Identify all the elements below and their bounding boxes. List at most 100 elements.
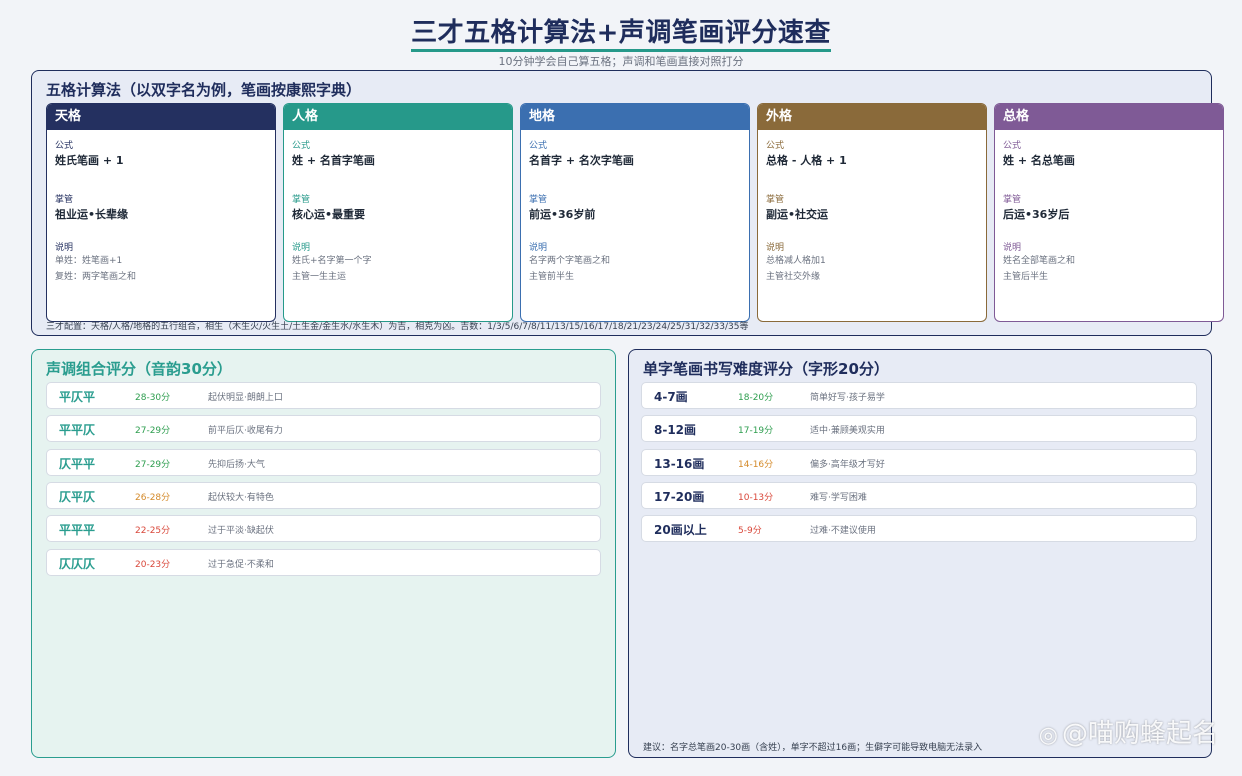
tone-desc: 先抑后扬·大气 bbox=[208, 459, 265, 470]
page-title: 三才五格计算法+声调笔画评分速查 bbox=[0, 12, 1242, 52]
governs-value: 核心运•最重要 bbox=[292, 208, 366, 221]
wuge-card: 地格公式名首字 + 名次字笔画 掌管前运•36岁前 说明名字两个字笔画之和 主管前半生 bbox=[520, 103, 750, 322]
stroke-desc: 难写·学写困难 bbox=[810, 492, 867, 503]
stroke-row: 8-12画 17-19分 适中·兼顾美观实用 bbox=[641, 415, 1197, 443]
stroke-panel: 单字笔画书写难度评分（字形20分） 4-7画 18-20分 简单好写·孩子易学 8-1… bbox=[628, 349, 1212, 758]
formula-value: 总格 - 人格 + 1 bbox=[766, 154, 847, 167]
formula-value: 姓 + 名首字笔画 bbox=[292, 154, 375, 167]
tone-key: 仄仄仄 bbox=[59, 556, 96, 571]
desc-line: 主管后半生 bbox=[1003, 272, 1049, 282]
page-subtitle: 10分钟学会自己算五格；声调和笔画直接对照打分 bbox=[498, 55, 744, 68]
wuge-card-title: 人格 bbox=[284, 104, 512, 130]
stroke-score: 17-19分 bbox=[738, 426, 774, 437]
wuge-card-title: 外格 bbox=[758, 104, 986, 130]
wuge-card-title: 天格 bbox=[47, 104, 275, 130]
wuge-card: 总格公式姓 + 名总笔画 掌管后运•36岁后 说明姓名全部笔画之和 主管后半生 bbox=[994, 103, 1224, 322]
stroke-key: 4-7画 bbox=[654, 390, 688, 404]
formula-label: 公式 bbox=[1003, 141, 1022, 151]
formula-label: 公式 bbox=[529, 141, 548, 151]
desc-line: 主管前半生 bbox=[529, 272, 575, 282]
governs-label: 掌管 bbox=[55, 195, 74, 205]
stroke-desc: 偏多·高年级才写好 bbox=[810, 459, 885, 470]
desc-line: 总格减人格加1 bbox=[766, 256, 826, 266]
stroke-key: 20画以上 bbox=[654, 523, 707, 538]
desc-label: 说明 bbox=[529, 243, 548, 253]
tone-key: 仄平平 bbox=[59, 456, 96, 471]
tone-desc: 起伏较大·有特色 bbox=[208, 492, 274, 503]
desc-line: 名字两个字笔画之和 bbox=[529, 256, 611, 266]
desc-line: 主管一生主运 bbox=[292, 272, 347, 282]
tone-score: 22-25分 bbox=[135, 526, 171, 537]
governs-label: 掌管 bbox=[529, 195, 548, 205]
stroke-score: 10-13分 bbox=[738, 492, 774, 503]
desc-label: 说明 bbox=[292, 243, 311, 253]
tone-panel: 声调组合评分（音韵30分） 平仄平 28-30分 起伏明显·朗朗上口平平仄 27-29… bbox=[31, 349, 616, 758]
stroke-score: 14-16分 bbox=[738, 459, 774, 470]
stroke-score: 5-9分 bbox=[738, 526, 762, 537]
wuge-card-title: 总格 bbox=[995, 104, 1223, 130]
sancai-note: 三才配置：天格/人格/地格的五行组合，相生（木生火/火生土/土生金/金生水/水生… bbox=[46, 322, 749, 332]
stroke-row: 13-16画 14-16分 偏多·高年级才写好 bbox=[641, 448, 1197, 476]
tone-score: 27-29分 bbox=[135, 426, 171, 437]
desc-line: 单姓：姓笔画+1 bbox=[55, 256, 123, 266]
desc-line: 主管社交外缘 bbox=[766, 272, 821, 282]
wuge-card: 天格 公式 姓氏笔画 + 1 掌管 祖业运•长辈缘 说明 单姓：姓笔画+1 复姓：两字笔画之和 bbox=[46, 103, 276, 322]
stroke-desc: 适中·兼顾美观实用 bbox=[810, 426, 885, 437]
stroke-row: 17-20画 10-13分 难写·学写困难 bbox=[641, 481, 1197, 509]
tone-row: 仄平仄 26-28分 起伏较大·有特色 bbox=[46, 481, 601, 509]
tone-row: 平仄平 28-30分 起伏明显·朗朗上口 bbox=[46, 382, 601, 409]
tone-row: 仄平平 27-29分 先抑后扬·大气 bbox=[46, 448, 601, 476]
tone-row: 平平平 22-25分 过于平淡·缺起伏 bbox=[46, 515, 601, 543]
desc-label: 说明 bbox=[766, 243, 785, 253]
tone-row: 仄仄仄 20-23分 过于急促·不柔和 bbox=[46, 548, 601, 576]
tone-score: 28-30分 bbox=[135, 393, 171, 403]
tone-row: 平平仄 27-29分 前平后仄·收尾有力 bbox=[46, 415, 601, 443]
governs-value: 前运•36岁前 bbox=[529, 208, 596, 221]
desc-label: 说明 bbox=[55, 243, 74, 253]
watermark: ◎ @喵购蜂起名 bbox=[1039, 713, 1218, 750]
governs-value: 副运•社交运 bbox=[766, 208, 829, 221]
wuge-card-title: 地格 bbox=[521, 104, 749, 130]
tone-desc: 起伏明显·朗朗上口 bbox=[208, 393, 283, 403]
stroke-desc: 简单好写·孩子易学 bbox=[810, 393, 885, 403]
tone-heading: 声调组合评分（音韵30分） bbox=[46, 360, 232, 378]
tone-key: 平平仄 bbox=[59, 423, 96, 438]
watermark-text: @喵购蜂起名 bbox=[1061, 719, 1218, 749]
weibo-icon: ◎ bbox=[1038, 723, 1058, 748]
stroke-key: 8-12画 bbox=[654, 423, 697, 438]
wuge-card: 外格公式总格 - 人格 + 1 掌管副运•社交运 说明总格减人格加1 主管社交外缘 bbox=[757, 103, 987, 322]
tone-desc: 前平后仄·收尾有力 bbox=[208, 426, 283, 437]
formula-label: 公式 bbox=[55, 141, 74, 151]
formula-label: 公式 bbox=[766, 141, 785, 151]
desc-label: 说明 bbox=[1003, 243, 1022, 253]
wuge-heading: 五格计算法（以双字名为例，笔画按康熙字典） bbox=[46, 81, 362, 99]
stroke-key: 13-16画 bbox=[654, 456, 705, 471]
tone-key: 仄平仄 bbox=[59, 489, 96, 504]
stroke-score: 18-20分 bbox=[738, 393, 774, 403]
governs-value: 后运•36岁后 bbox=[1003, 208, 1070, 221]
desc-line: 复姓：两字笔画之和 bbox=[55, 272, 137, 282]
tone-desc: 过于平淡·缺起伏 bbox=[208, 526, 274, 537]
tone-desc: 过于急促·不柔和 bbox=[208, 559, 274, 570]
stroke-heading: 单字笔画书写难度评分（字形20分） bbox=[643, 360, 889, 378]
stroke-desc: 过难·不建议使用 bbox=[810, 526, 876, 537]
governs-label: 掌管 bbox=[766, 195, 785, 205]
stroke-key: 17-20画 bbox=[654, 489, 705, 504]
tone-score: 27-29分 bbox=[135, 459, 171, 470]
tone-key: 平仄平 bbox=[59, 390, 96, 404]
tone-score: 26-28分 bbox=[135, 492, 171, 503]
formula-label: 公式 bbox=[292, 141, 311, 151]
stroke-row: 20画以上 5-9分 过难·不建议使用 bbox=[641, 515, 1197, 543]
governs-label: 掌管 bbox=[292, 195, 311, 205]
governs-value: 祖业运•长辈缘 bbox=[55, 208, 129, 221]
desc-line: 姓名全部笔画之和 bbox=[1003, 256, 1076, 266]
stroke-note: 建议：名字总笔画20-30画（含姓），单字不超过16画；生僻字可能导致电脑无法录… bbox=[643, 743, 983, 753]
tone-key: 平平平 bbox=[59, 523, 96, 538]
formula-value: 名首字 + 名次字笔画 bbox=[529, 154, 634, 167]
formula-value: 姓 + 名总笔画 bbox=[1003, 154, 1075, 167]
desc-line: 姓氏+名字第一个字 bbox=[292, 256, 372, 266]
tone-score: 20-23分 bbox=[135, 559, 171, 570]
governs-label: 掌管 bbox=[1003, 195, 1022, 205]
wuge-card: 人格公式姓 + 名首字笔画 掌管核心运•最重要 说明姓氏+名字第一个字 主管一生主运 bbox=[283, 103, 513, 322]
stroke-row: 4-7画 18-20分 简单好写·孩子易学 bbox=[641, 382, 1197, 409]
